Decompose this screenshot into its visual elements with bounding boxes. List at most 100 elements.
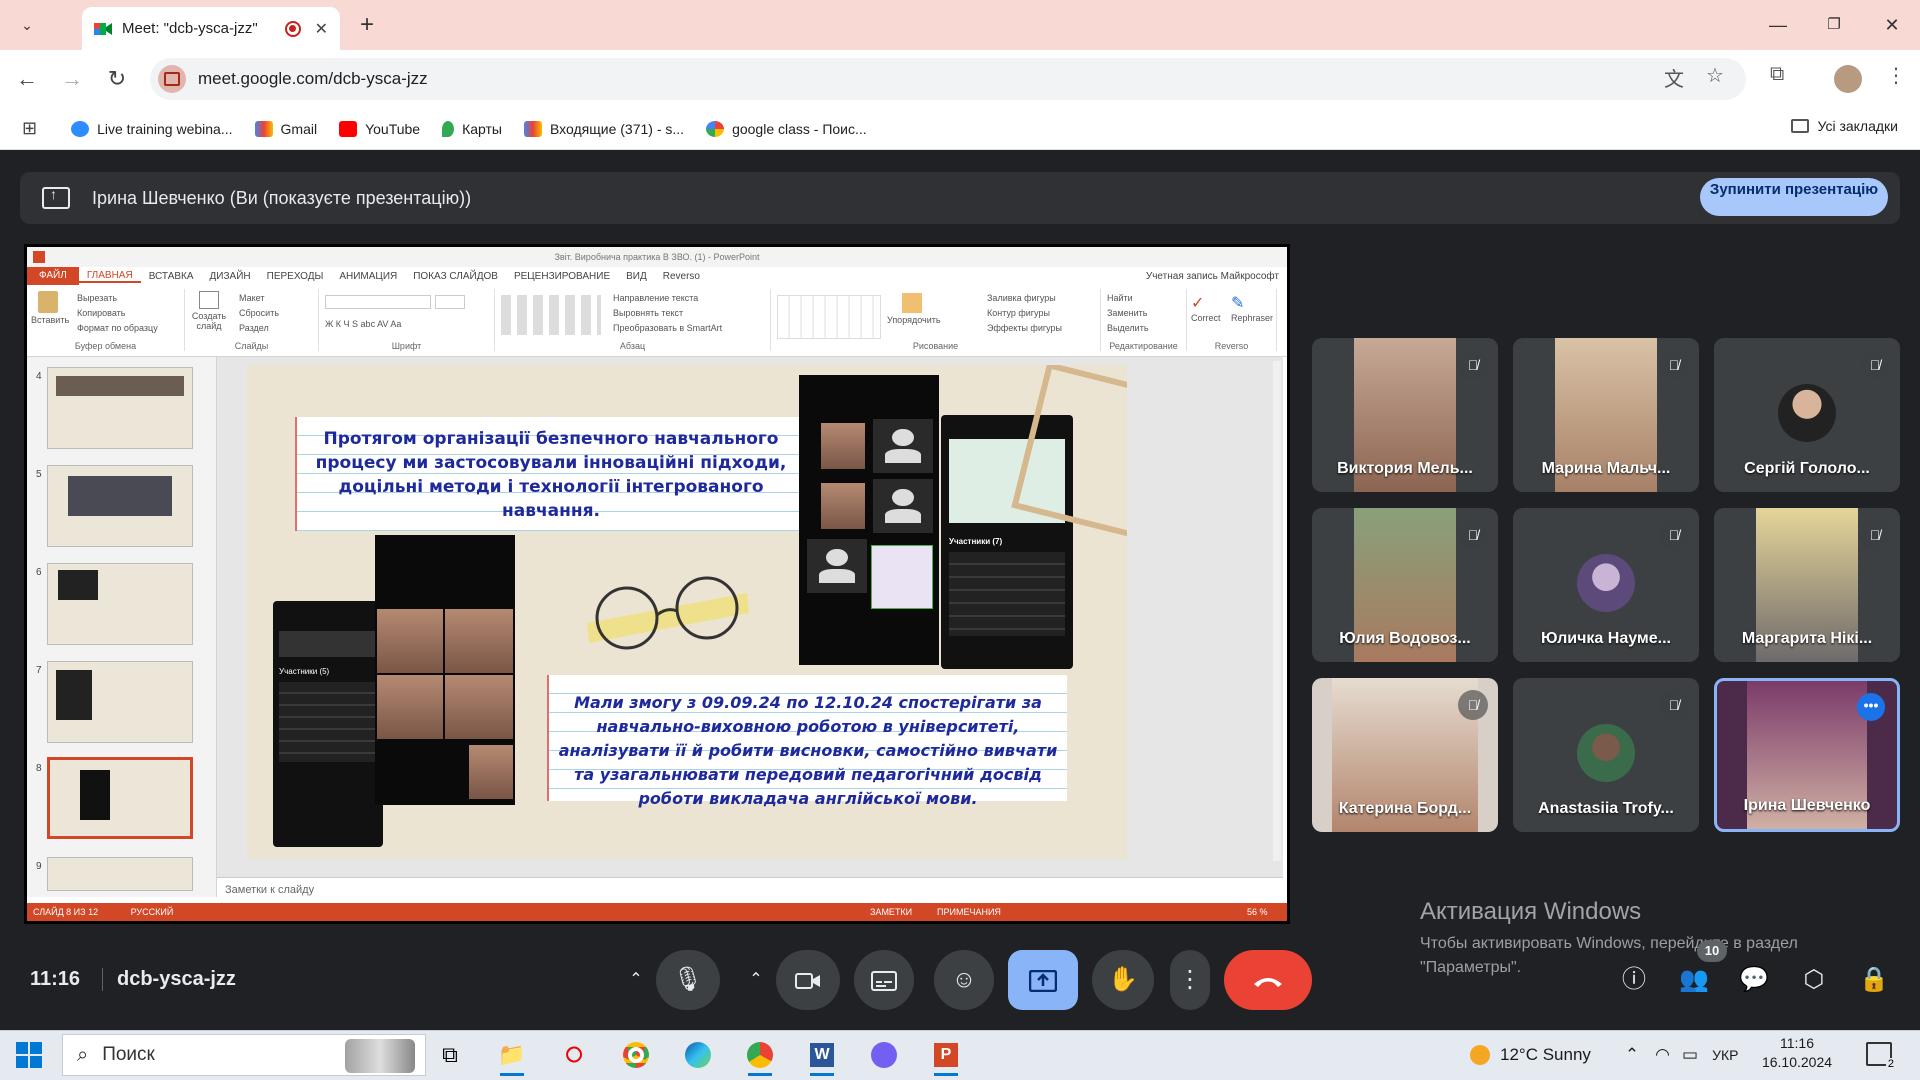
extensions-icon[interactable]: ⧉	[1770, 63, 1784, 86]
ppt-tab-reverso[interactable]: Reverso	[655, 271, 708, 282]
activities-button[interactable]: ⬡	[1794, 962, 1834, 998]
shape-fill-button[interactable]: Заливка фигуры	[987, 291, 1062, 306]
new-slide-button[interactable]: Создать слайд	[189, 291, 229, 331]
slide-thumbnail[interactable]	[47, 857, 193, 891]
vertical-scrollbar[interactable]	[1273, 361, 1281, 861]
viber-icon[interactable]	[860, 1034, 908, 1076]
section-button[interactable]: Раздел	[239, 321, 279, 336]
zoom-level[interactable]: 56 %	[1247, 903, 1268, 921]
slide-notes-area[interactable]: Заметки к слайду	[217, 877, 1283, 903]
keyboard-language[interactable]: УКР	[1712, 1047, 1738, 1063]
slide-thumbnail[interactable]	[47, 661, 193, 743]
new-tab-button[interactable]: +	[352, 10, 382, 40]
file-explorer-icon[interactable]: 📁	[488, 1034, 536, 1076]
opera-icon[interactable]: ⭘	[550, 1034, 598, 1076]
slide-thumbnail[interactable]	[47, 465, 193, 547]
browser-tab-meet[interactable]: Meet: "dcb-ysca-jzz" ✕	[82, 7, 340, 50]
select-button[interactable]: Выделить	[1107, 321, 1180, 336]
ppt-tab-design[interactable]: ДИЗАЙН	[202, 271, 259, 282]
more-options-button[interactable]: ⋮	[1170, 950, 1210, 1010]
comments-toggle[interactable]: ПРИМЕЧАНИЯ	[937, 903, 1001, 921]
meeting-details-button[interactable]: ⓘ	[1614, 962, 1654, 998]
ppt-tab-view[interactable]: ВИД	[618, 271, 655, 282]
task-view-icon[interactable]: ⧉	[426, 1034, 474, 1076]
ppt-tab-insert[interactable]: ВСТАВКА	[141, 271, 202, 282]
tab-close-icon[interactable]: ✕	[315, 19, 328, 39]
edge-icon[interactable]	[674, 1034, 722, 1076]
all-bookmarks[interactable]: Усі закладки	[1791, 118, 1898, 134]
microphone-button[interactable]: 🎙	[656, 950, 720, 1010]
list-buttons[interactable]	[501, 295, 601, 335]
raise-hand-button[interactable]: ✋	[1092, 950, 1154, 1010]
participant-tile[interactable]: 🎙̸ Маргарита Нікі...	[1714, 508, 1900, 662]
smartart-button[interactable]: Преобразовать в SmartArt	[613, 321, 722, 336]
ppt-tab-transitions[interactable]: ПЕРЕХОДЫ	[259, 271, 332, 282]
cut-button[interactable]: Вырезать	[77, 291, 158, 306]
slide-thumbnail-selected[interactable]	[47, 757, 193, 839]
meeting-code[interactable]: dcb-ysca-jzz	[102, 968, 236, 991]
audio-options-chevron-icon[interactable]: ⌃	[618, 950, 654, 1010]
camera-button[interactable]	[776, 950, 840, 1010]
back-button[interactable]: ←	[10, 62, 44, 96]
participant-tile[interactable]: 🎙̸ Сергій Гололо...	[1714, 338, 1900, 492]
present-now-button[interactable]	[1008, 950, 1078, 1010]
participant-tile[interactable]: 🎙̸ Виктория Мель...	[1312, 338, 1498, 492]
powerpoint-icon[interactable]: P	[922, 1034, 970, 1076]
find-button[interactable]: Найти	[1107, 291, 1180, 306]
video-options-chevron-icon[interactable]: ⌃	[738, 950, 774, 1010]
site-info-icon[interactable]	[158, 65, 186, 93]
tab-search-chevron-icon[interactable]: ⌄	[14, 12, 40, 38]
slide-thumbnail[interactable]	[47, 367, 193, 449]
captions-button[interactable]	[854, 950, 914, 1010]
ppt-tab-home[interactable]: ГЛАВНАЯ	[78, 270, 141, 283]
tray-chevron-icon[interactable]: ⌃	[1625, 1045, 1639, 1065]
bookmark-item[interactable]: YouTube	[339, 120, 420, 137]
font-format-buttons[interactable]: Ж К Ч S abc AV Aa	[319, 315, 407, 334]
notifications-icon[interactable]: 2	[1866, 1042, 1896, 1070]
slide-thumbnail[interactable]	[47, 563, 193, 645]
text-direction-button[interactable]: Направление текста	[613, 291, 722, 306]
align-text-button[interactable]: Выровнять текст	[613, 306, 722, 321]
bookmark-item[interactable]: Входящие (371) - s...	[524, 120, 684, 137]
reset-button[interactable]: Сбросить	[239, 306, 279, 321]
taskbar-clock[interactable]: 11:16 16.10.2024	[1752, 1034, 1842, 1072]
minimize-button[interactable]: —	[1758, 10, 1798, 40]
word-icon[interactable]: W	[798, 1034, 846, 1076]
weather-text[interactable]: 12°C Sunny	[1500, 1045, 1591, 1065]
host-controls-button[interactable]: 🔒	[1854, 962, 1894, 998]
profile-avatar[interactable]	[1834, 65, 1862, 93]
shape-outline-button[interactable]: Контур фигуры	[987, 306, 1062, 321]
restore-button[interactable]: ❐	[1814, 10, 1854, 40]
ppt-tab-slideshow[interactable]: ПОКАЗ СЛАЙДОВ	[405, 271, 506, 282]
layout-button[interactable]: Макет	[239, 291, 279, 306]
copy-button[interactable]: Копировать	[77, 306, 158, 321]
windows-start-icon[interactable]	[16, 1042, 42, 1068]
participant-tile[interactable]: 🎙̸ Юличка Науме...	[1513, 508, 1699, 662]
font-name-box[interactable]	[325, 295, 431, 309]
participant-tile[interactable]: 🎙̸ Катерина Борд...	[1312, 678, 1498, 832]
replace-button[interactable]: Заменить	[1107, 306, 1180, 321]
close-window-button[interactable]: ✕	[1872, 10, 1912, 40]
browser-menu-icon[interactable]: ⋮	[1886, 63, 1906, 88]
paste-button[interactable]: Вставить	[31, 291, 69, 325]
wifi-icon[interactable]: ◠	[1655, 1045, 1670, 1065]
ppt-tab-animation[interactable]: АНИМАЦИЯ	[331, 271, 405, 282]
participant-tile[interactable]: 🎙̸ Anastasiia Trofy...	[1513, 678, 1699, 832]
arrange-button[interactable]: Упорядочить	[887, 293, 941, 325]
correct-button[interactable]: ✓ Correct	[1191, 293, 1221, 323]
ppt-tab-file[interactable]: ФАЙЛ	[27, 267, 79, 285]
participant-tile[interactable]: 🎙̸ Юлия Водовоз...	[1312, 508, 1498, 662]
ppt-tab-review[interactable]: РЕЦЕНЗИРОВАНИЕ	[506, 271, 618, 282]
translate-icon[interactable]: 文	[1664, 63, 1684, 92]
language-indicator[interactable]: РУССКИЙ	[131, 907, 174, 917]
rephraser-button[interactable]: ✎ Rephraser	[1231, 293, 1273, 323]
bookmark-item[interactable]: Live training webina...	[71, 120, 233, 137]
forward-button[interactable]: →	[55, 62, 89, 96]
shapes-gallery[interactable]	[777, 295, 881, 339]
participant-tile-self[interactable]: ••• Ірина Шевченко	[1714, 678, 1900, 832]
taskbar-search-box[interactable]: ⌕ Поиск	[62, 1034, 426, 1076]
battery-icon[interactable]: ▭	[1682, 1045, 1698, 1065]
chat-button[interactable]: 💬	[1734, 962, 1774, 998]
reactions-button[interactable]: ☺	[934, 950, 994, 1010]
bookmark-star-icon[interactable]: ☆	[1706, 63, 1724, 88]
